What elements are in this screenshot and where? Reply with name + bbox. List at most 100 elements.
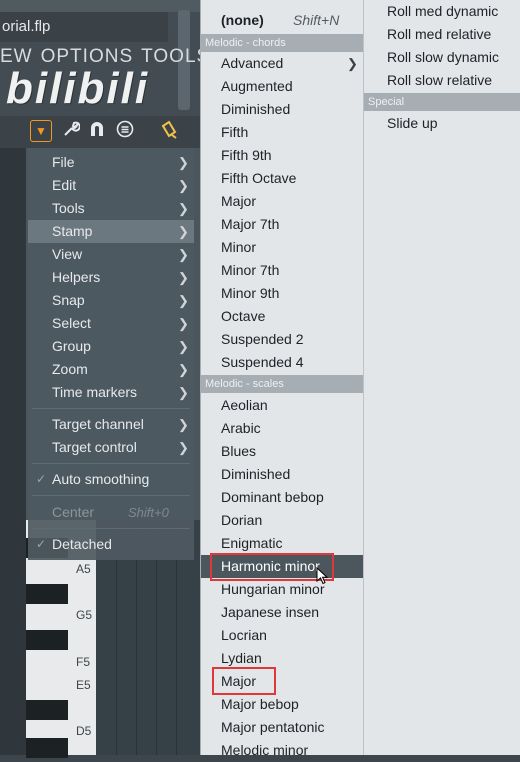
menu-item-label: Locrian xyxy=(221,627,267,643)
menu-item-helpers[interactable]: Helpers ❯ xyxy=(28,266,194,289)
menu-item-label: Slide up xyxy=(387,115,438,131)
stamp-item[interactable]: Dorian xyxy=(201,509,363,532)
stamp-submenu: (none) Shift+N Melodic - chords Advanced ❯… xyxy=(200,0,363,758)
menu-item-label: Helpers xyxy=(52,269,101,285)
menu-item-label: Fifth 9th xyxy=(221,147,272,163)
piano-black-key[interactable] xyxy=(26,738,68,758)
chevron-right-icon: ❯ xyxy=(178,440,189,455)
stamp-item[interactable]: Suspended 4 xyxy=(201,351,363,374)
chevron-right-icon: ❯ xyxy=(178,362,189,377)
stamp-item-none[interactable]: (none) Shift+N xyxy=(201,9,363,32)
list-icon[interactable] xyxy=(114,120,136,142)
stamp-item[interactable]: Major pentatonic xyxy=(201,716,363,739)
piano-black-key[interactable] xyxy=(26,584,68,604)
menu-item-label: Blues xyxy=(221,443,257,459)
stamp-item[interactable]: Fifth Octave xyxy=(201,167,363,190)
menu-item-label: View xyxy=(52,246,83,262)
stamp-item-slide-up[interactable]: Slide up xyxy=(364,112,520,135)
stamp-item[interactable]: Arabic xyxy=(201,417,363,440)
stamp-icon[interactable] xyxy=(158,120,180,142)
section-header-special: Special xyxy=(364,93,520,111)
menu-item-label: Time markers xyxy=(52,384,138,400)
bilibili-watermark-logo: bilibili xyxy=(6,64,150,113)
menu-item-label: Melodic minor xyxy=(221,742,309,758)
stamp-item[interactable]: Dominant bebop xyxy=(201,486,363,509)
menu-item-shortcut: Shift+0 xyxy=(128,505,169,520)
menu-item-label: Fifth Octave xyxy=(221,170,297,186)
stamp-item[interactable]: Roll slow dynamic xyxy=(364,46,520,69)
stamp-item[interactable]: Fifth xyxy=(201,121,363,144)
menu-item-file[interactable]: File ❯ xyxy=(28,151,194,174)
menu-item-label: (none) xyxy=(221,12,264,28)
stamp-item[interactable]: Minor 9th xyxy=(201,282,363,305)
menu-item-label: Tools xyxy=(52,200,85,216)
menu-item-detached[interactable]: ✓ Detached xyxy=(28,533,194,556)
stamp-item-advanced[interactable]: Advanced ❯ xyxy=(201,52,363,75)
stamp-item[interactable]: Roll slow relative xyxy=(364,69,520,92)
menu-item-tools[interactable]: Tools ❯ xyxy=(28,197,194,220)
chevron-right-icon: ❯ xyxy=(178,385,189,400)
piano-black-key[interactable] xyxy=(26,630,68,650)
menu-item-time-markers[interactable]: Time markers ❯ xyxy=(28,381,194,404)
menu-item-target-channel[interactable]: Target channel ❯ xyxy=(28,413,194,436)
menu-item-label: Roll med dynamic xyxy=(387,3,499,19)
annotation-box-major xyxy=(212,667,276,695)
menu-item-select[interactable]: Select ❯ xyxy=(28,312,194,335)
dropdown-menu-icon[interactable]: ▼ xyxy=(30,120,52,142)
stamp-item[interactable]: Minor xyxy=(201,236,363,259)
menu-item-stamp[interactable]: Stamp ❯ xyxy=(28,220,194,243)
menu-item-label: Hungarian minor xyxy=(221,581,325,597)
stamp-item[interactable]: Augmented xyxy=(201,75,363,98)
menu-item-label: Enigmatic xyxy=(221,535,283,551)
chevron-right-icon: ❯ xyxy=(178,247,189,262)
chevron-right-icon: ❯ xyxy=(178,316,189,331)
note-label: A5 xyxy=(76,562,91,576)
stamp-item[interactable]: Octave xyxy=(201,305,363,328)
stamp-item[interactable]: Diminished xyxy=(201,98,363,121)
menu-item-zoom[interactable]: Zoom ❯ xyxy=(28,358,194,381)
stamp-item[interactable]: Hungarian minor xyxy=(201,578,363,601)
stamp-item[interactable]: Fifth 9th xyxy=(201,144,363,167)
piano-black-key[interactable] xyxy=(26,700,68,720)
stamp-item[interactable]: Melodic minor xyxy=(201,739,363,762)
stamp-item[interactable]: Japanese insen xyxy=(201,601,363,624)
stamp-item[interactable]: Major xyxy=(201,190,363,213)
wrench-icon[interactable] xyxy=(60,120,82,142)
menu-item-target-control[interactable]: Target control ❯ xyxy=(28,436,194,459)
menu-item-label: Auto smoothing xyxy=(52,471,150,487)
chevron-right-icon: ❯ xyxy=(347,56,358,71)
menu-item-label: Target control xyxy=(52,439,137,455)
menu-item-label: Major pentatonic xyxy=(221,719,325,735)
stamp-item[interactable]: Enigmatic xyxy=(201,532,363,555)
menu-item-snap[interactable]: Snap ❯ xyxy=(28,289,194,312)
stamp-item[interactable]: Minor 7th xyxy=(201,259,363,282)
menu-item-view[interactable]: View ❯ xyxy=(28,243,194,266)
stamp-item[interactable]: Diminished xyxy=(201,463,363,486)
menu-item-label: Stamp xyxy=(52,223,93,239)
menu-item-label: Minor xyxy=(221,239,257,255)
chevron-right-icon: ❯ xyxy=(178,270,189,285)
stamp-item[interactable]: Major 7th xyxy=(201,213,363,236)
menu-item-label: Diminished xyxy=(221,101,291,117)
stamp-item[interactable]: Major bebop xyxy=(201,693,363,716)
menu-item-shortcut: Shift+N xyxy=(293,12,340,28)
menu-item-label: Suspended 4 xyxy=(221,354,304,370)
piano-roll-context-menu: File ❯ Edit ❯ Tools ❯ Stamp ❯ View ❯ Helpers ❯… xyxy=(28,148,194,560)
stamp-item[interactable]: Aeolian xyxy=(201,394,363,417)
chevron-right-icon: ❯ xyxy=(178,224,189,239)
menu-item-group[interactable]: Group ❯ xyxy=(28,335,194,358)
menu-item-auto-smoothing[interactable]: ✓ Auto smoothing xyxy=(28,468,194,491)
menu-item-edit[interactable]: Edit ❯ xyxy=(28,174,194,197)
magnet-icon[interactable] xyxy=(86,120,108,142)
stamp-item[interactable]: Roll med dynamic xyxy=(364,0,520,23)
menu-divider xyxy=(32,463,190,464)
menu-item-label: Major 7th xyxy=(221,216,280,232)
stamp-item[interactable]: Roll med relative xyxy=(364,23,520,46)
menu-item-label: Group xyxy=(52,338,91,354)
stamp-item[interactable]: Locrian xyxy=(201,624,363,647)
note-label: E5 xyxy=(76,678,91,692)
stamp-item[interactable]: Blues xyxy=(201,440,363,463)
stamp-item[interactable]: Suspended 2 xyxy=(201,328,363,351)
window-title: orial.flp xyxy=(0,12,168,42)
title-strip xyxy=(0,0,200,12)
